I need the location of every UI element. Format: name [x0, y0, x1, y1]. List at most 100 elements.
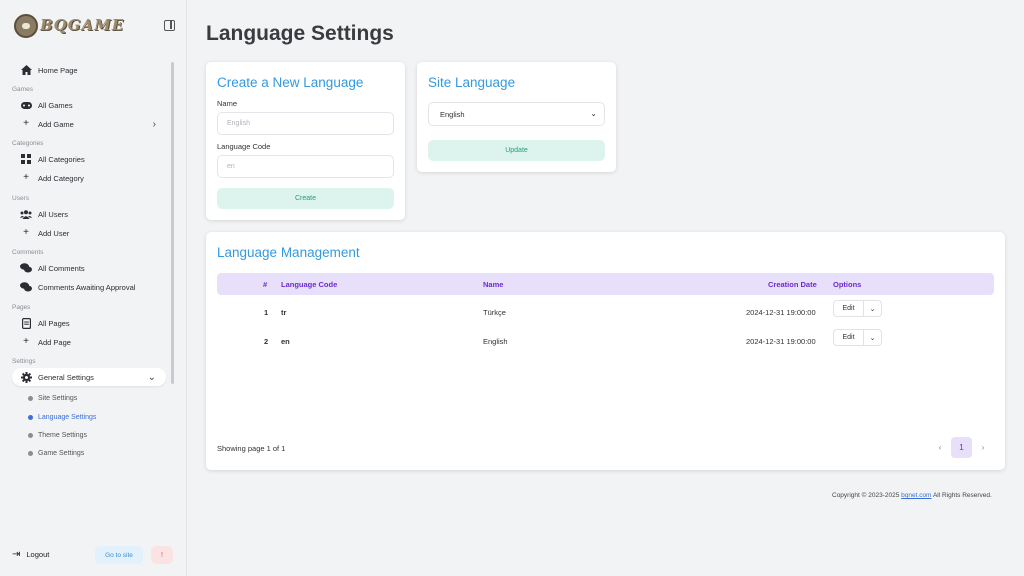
column-header: Options [833, 280, 862, 289]
sidebar-item-label: Add Category [38, 173, 84, 183]
sidebar-item-add-user[interactable]: + Add User [12, 224, 166, 242]
card-title: Language Management [217, 245, 360, 260]
pagination-summary: Showing page 1 of 1 [217, 444, 286, 453]
edit-button[interactable]: Edit [834, 301, 864, 316]
plus-icon: + [23, 336, 29, 347]
bullet-icon [28, 396, 33, 401]
submenu-label: Theme Settings [38, 432, 88, 439]
sidebar-item-all-pages[interactable]: All Pages [12, 314, 166, 332]
logout-label: Logout [26, 550, 50, 559]
footer-copyright: Copyright © 2023-2025 bqnet.com All Righ… [832, 492, 992, 499]
logout-icon: ⇥ [12, 549, 21, 560]
alert-button[interactable]: ! [151, 546, 173, 564]
gamepad-icon [20, 99, 32, 111]
sidebar-item-add-page[interactable]: + Add Page [12, 333, 166, 351]
column-header: Creation Date [768, 280, 817, 289]
footer-link[interactable]: bqnet.com [901, 492, 931, 499]
sidebar-item-label: All Users [38, 209, 69, 219]
column-header: Name [483, 280, 504, 289]
sidebar-item-label: All Comments [38, 263, 85, 273]
comments-icon [20, 262, 32, 274]
row-language-code: tr [281, 308, 287, 317]
table-header: # Language Code Name Creation Date Optio… [217, 273, 994, 295]
row-creation-date: 2024-12-31 19:00:00 [746, 308, 816, 317]
options-dropdown-button[interactable]: ⌄ [864, 301, 881, 316]
submenu-language-settings[interactable]: Language Settings [28, 414, 96, 421]
language-code-label: Language Code [217, 142, 271, 151]
section-label-comments: Comments [12, 249, 44, 256]
sidebar-item-all-comments[interactable]: All Comments [12, 259, 166, 277]
sidebar-item-label: Comments Awaiting Approval [38, 282, 136, 292]
chevron-right-icon: › [152, 118, 156, 130]
card-title: Create a New Language [217, 75, 364, 90]
copyright-suffix: All Rights Reserved. [932, 492, 992, 499]
section-label-users: Users [12, 195, 29, 202]
options-dropdown-button[interactable]: ⌄ [864, 330, 881, 345]
users-icon [20, 208, 32, 220]
sidebar-item-all-users[interactable]: All Users [12, 205, 166, 223]
site-language-select[interactable]: English ⌄ [428, 102, 605, 126]
sidebar-item-general-settings[interactable]: General Settings ⌄ [12, 368, 166, 386]
submenu-label: Language Settings [38, 414, 97, 421]
plus-icon: + [23, 227, 29, 238]
sidebar-item-label: Add User [38, 228, 70, 238]
table-row: 2 en English 2024-12-31 19:00:00 Edit ⌄ [217, 327, 994, 355]
sidebar-item-home[interactable]: Home Page [12, 61, 166, 79]
copyright-text: Copyright © 2023-2025 [832, 492, 900, 499]
row-options: Edit ⌄ [833, 329, 882, 346]
section-label-games: Games [12, 86, 33, 93]
language-code-input[interactable]: en [217, 155, 394, 178]
logo-icon [14, 14, 38, 38]
pagination-page-button[interactable]: 1 [951, 437, 972, 458]
sidebar-item-add-category[interactable]: + Add Category [12, 169, 166, 187]
bullet-icon [28, 451, 33, 456]
row-options: Edit ⌄ [833, 300, 882, 317]
sidebar-item-all-games[interactable]: All Games [12, 96, 166, 114]
column-header: # [263, 280, 268, 289]
bullet-icon [28, 433, 33, 438]
submenu-label: Site Settings [38, 395, 78, 402]
sidebar-item-comments-awaiting[interactable]: Comments Awaiting Approval [12, 278, 166, 296]
pagination-prev-button[interactable]: ‹ [932, 437, 948, 458]
logout-button[interactable]: ⇥ Logout [12, 549, 49, 560]
section-label-categories: Categories [12, 140, 44, 147]
name-label: Name [217, 99, 238, 108]
row-number: 2 [264, 337, 269, 346]
document-icon [20, 317, 32, 329]
sidebar: BQGAME Home Page Games All Games + Add G… [0, 0, 187, 576]
column-header: Language Code [281, 280, 338, 289]
row-name: English [483, 337, 508, 346]
logo-row: BQGAME [12, 12, 177, 40]
bullet-icon [28, 415, 33, 420]
chevron-down-icon: ⌄ [147, 371, 156, 383]
submenu-game-settings[interactable]: Game Settings [28, 450, 84, 457]
sidebar-menu: Home Page Games All Games + Add Game › C… [0, 56, 176, 460]
submenu-site-settings[interactable]: Site Settings [28, 395, 77, 402]
sidebar-item-label: All Categories [38, 154, 85, 164]
go-to-site-button[interactable]: Go to site [95, 546, 143, 564]
sidebar-item-all-categories[interactable]: All Categories [12, 150, 166, 168]
submenu-label: Game Settings [38, 450, 85, 457]
gear-icon [20, 371, 32, 383]
update-button[interactable]: Update [428, 140, 605, 161]
submenu-theme-settings[interactable]: Theme Settings [28, 432, 87, 439]
create-button[interactable]: Create [217, 188, 394, 209]
comments-icon [20, 281, 32, 293]
sidebar-item-label: All Pages [38, 318, 70, 328]
site-language-card: Site Language English ⌄ Update [417, 62, 616, 172]
row-number: 1 [264, 308, 269, 317]
sidebar-toggle-icon[interactable] [164, 20, 175, 31]
edit-button[interactable]: Edit [834, 330, 864, 345]
pagination-next-button[interactable]: › [975, 437, 991, 458]
table-row: 1 tr Türkçe 2024-12-31 19:00:00 Edit ⌄ [217, 298, 994, 326]
sidebar-item-label: Add Game [38, 119, 74, 129]
sidebar-item-label: Add Page [38, 337, 71, 347]
row-creation-date: 2024-12-31 19:00:00 [746, 337, 816, 346]
sidebar-item-label: General Settings [38, 372, 94, 382]
sidebar-item-add-game[interactable]: + Add Game › [12, 115, 166, 133]
section-label-settings: Settings [12, 358, 36, 365]
select-value: English [440, 109, 465, 119]
name-input[interactable]: English [217, 112, 394, 135]
chevron-down-icon: ⌄ [590, 109, 597, 118]
create-language-card: Create a New Language Name English Langu… [206, 62, 405, 220]
